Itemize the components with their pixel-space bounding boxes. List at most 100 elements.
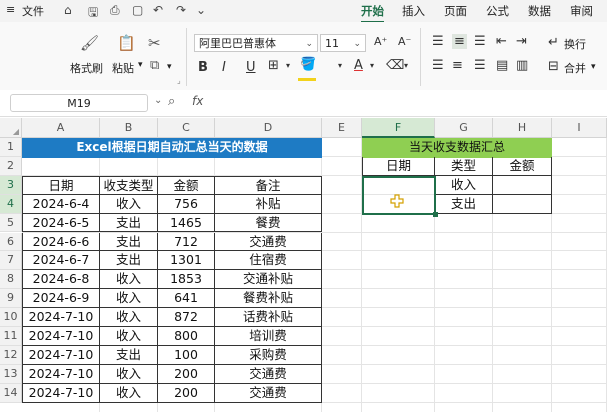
table1-data-cell[interactable]: 餐费: [215, 213, 322, 233]
column-header-i[interactable]: I: [552, 118, 607, 138]
font-name-select[interactable]: 阿里巴巴普惠体 ⌄: [194, 34, 318, 52]
table1-data-cell[interactable]: 培训费: [215, 327, 322, 346]
align-middle-icon[interactable]: ≡: [452, 34, 467, 49]
table1-data-cell[interactable]: 872: [158, 308, 215, 327]
font-color-icon[interactable]: A: [354, 58, 363, 73]
table1-data-cell[interactable]: 1465: [158, 213, 215, 233]
name-box[interactable]: M19: [10, 94, 148, 112]
table1-data-cell[interactable]: 收入: [100, 383, 158, 403]
merge-cells-label[interactable]: 合并: [564, 60, 586, 76]
table1-data-cell[interactable]: 2024-7-10: [22, 364, 100, 384]
column-header-d[interactable]: D: [215, 118, 322, 138]
table1-data-cell[interactable]: 2024-7-10: [22, 308, 100, 327]
row-header-5[interactable]: 5: [0, 213, 22, 233]
table1-data-cell[interactable]: 支出: [100, 213, 158, 233]
column-header-e[interactable]: E: [322, 118, 362, 138]
table2-title[interactable]: 当天收支数据汇总: [362, 138, 552, 158]
column-header-b[interactable]: B: [100, 118, 158, 138]
copy-icon[interactable]: ⧉: [150, 58, 159, 73]
row-header-2[interactable]: 2: [0, 156, 22, 176]
table1-data-cell[interactable]: 收入: [100, 289, 158, 309]
table1-data-cell[interactable]: 2024-6-7: [22, 251, 100, 271]
decrease-font-size-icon[interactable]: A⁻: [398, 35, 411, 48]
print-preview-icon[interactable]: ▢: [132, 3, 143, 17]
file-menu[interactable]: 文件: [22, 3, 44, 19]
wrap-text-icon[interactable]: ↵: [548, 35, 559, 50]
formula-input[interactable]: [214, 93, 604, 113]
align-left-icon[interactable]: ☰: [432, 58, 444, 73]
table2-header-cell[interactable]: 日期: [362, 156, 435, 176]
table1-data-cell[interactable]: 756: [158, 194, 215, 214]
table1-data-cell[interactable]: 2024-6-8: [22, 270, 100, 290]
tab-data[interactable]: 数据: [528, 3, 551, 19]
copy-dropdown-icon[interactable]: ▾: [167, 62, 172, 72]
table1-header-cell[interactable]: 收支类型: [100, 175, 158, 195]
clear-format-icon[interactable]: ⌫: [386, 58, 404, 73]
tab-home[interactable]: 开始: [361, 3, 384, 23]
column-header-a[interactable]: A: [22, 118, 100, 138]
table1-data-cell[interactable]: 收入: [100, 364, 158, 384]
table1-data-cell[interactable]: 1853: [158, 270, 215, 290]
table1-data-cell[interactable]: 收入: [100, 194, 158, 214]
justify-icon[interactable]: ▤: [496, 58, 508, 73]
fill-color-dropdown-icon[interactable]: ▾: [338, 61, 342, 70]
row-header-1[interactable]: 1: [0, 138, 22, 157]
align-top-icon[interactable]: ☰: [432, 34, 444, 49]
table1-data-cell[interactable]: 补贴: [215, 194, 322, 214]
table1-data-cell[interactable]: 200: [158, 383, 215, 403]
tab-review[interactable]: 审阅: [570, 3, 593, 19]
table1-data-cell[interactable]: 100: [158, 345, 215, 365]
row-header-12[interactable]: 12: [0, 345, 22, 365]
table1-data-cell[interactable]: 交通费: [215, 232, 322, 252]
zoom-search-icon[interactable]: ⌕: [168, 94, 175, 109]
table1-data-cell[interactable]: 住宿费: [215, 251, 322, 271]
table1-data-cell[interactable]: 交通费: [215, 364, 322, 384]
fx-icon[interactable]: fx: [192, 94, 203, 108]
table1-data-cell[interactable]: 712: [158, 232, 215, 252]
redo-icon[interactable]: ↷: [176, 3, 186, 17]
row-header-3[interactable]: 3: [0, 175, 22, 195]
table2-type-expense[interactable]: 支出: [435, 194, 493, 214]
table1-data-cell[interactable]: 2024-6-9: [22, 289, 100, 309]
table1-data-cell[interactable]: 641: [158, 289, 215, 309]
wrap-text-label[interactable]: 换行: [564, 36, 586, 52]
table1-data-cell[interactable]: 2024-7-10: [22, 327, 100, 346]
column-header-h[interactable]: H: [493, 118, 552, 138]
table1-data-cell[interactable]: 收入: [100, 327, 158, 346]
increase-font-size-icon[interactable]: A⁺: [374, 35, 387, 48]
table1-data-cell[interactable]: 2024-7-10: [22, 345, 100, 365]
tab-formula[interactable]: 公式: [486, 3, 509, 19]
table1-data-cell[interactable]: 2024-6-4: [22, 194, 100, 214]
table2-type-income[interactable]: 收入: [435, 175, 493, 195]
font-size-select[interactable]: 11 ⌄: [320, 34, 366, 52]
name-box-dropdown-icon[interactable]: ⌄: [154, 95, 162, 106]
table1-data-cell[interactable]: 采购费: [215, 345, 322, 365]
paste-label[interactable]: 粘贴: [112, 60, 134, 76]
table1-data-cell[interactable]: 2024-6-5: [22, 213, 100, 233]
table1-header-cell[interactable]: 金额: [158, 175, 215, 195]
align-bottom-icon[interactable]: ☰: [474, 34, 486, 49]
fill-handle[interactable]: [433, 211, 438, 217]
italic-icon[interactable]: I: [222, 60, 226, 75]
table1-title[interactable]: Excel根据日期自动汇总当天的数据: [22, 138, 322, 158]
table2-header-cell[interactable]: 类型: [435, 156, 493, 176]
table2-header-cell[interactable]: 金额: [493, 156, 552, 176]
tab-page[interactable]: 页面: [444, 3, 467, 19]
format-painter-icon[interactable]: 🖌: [80, 34, 99, 52]
distributed-align-icon[interactable]: ▥: [516, 58, 528, 73]
table1-header-cell[interactable]: 备注: [215, 175, 322, 195]
paste-dropdown-icon[interactable]: ▾: [138, 60, 143, 70]
table1-data-cell[interactable]: 交通补贴: [215, 270, 322, 290]
indent-decrease-icon[interactable]: ⇤: [496, 34, 507, 49]
table1-data-cell[interactable]: 支出: [100, 232, 158, 252]
column-header-f[interactable]: F: [362, 118, 435, 138]
merge-cells-icon[interactable]: ⊟: [548, 59, 559, 74]
row-header-11[interactable]: 11: [0, 327, 22, 346]
column-header-g[interactable]: G: [435, 118, 493, 138]
clear-dropdown-icon[interactable]: ▾: [404, 61, 408, 70]
row-header-7[interactable]: 7: [0, 251, 22, 271]
table1-data-cell[interactable]: 交通费: [215, 383, 322, 403]
row-header-8[interactable]: 8: [0, 270, 22, 290]
indent-increase-icon[interactable]: ⇥: [516, 34, 527, 49]
row-header-6[interactable]: 6: [0, 232, 22, 252]
